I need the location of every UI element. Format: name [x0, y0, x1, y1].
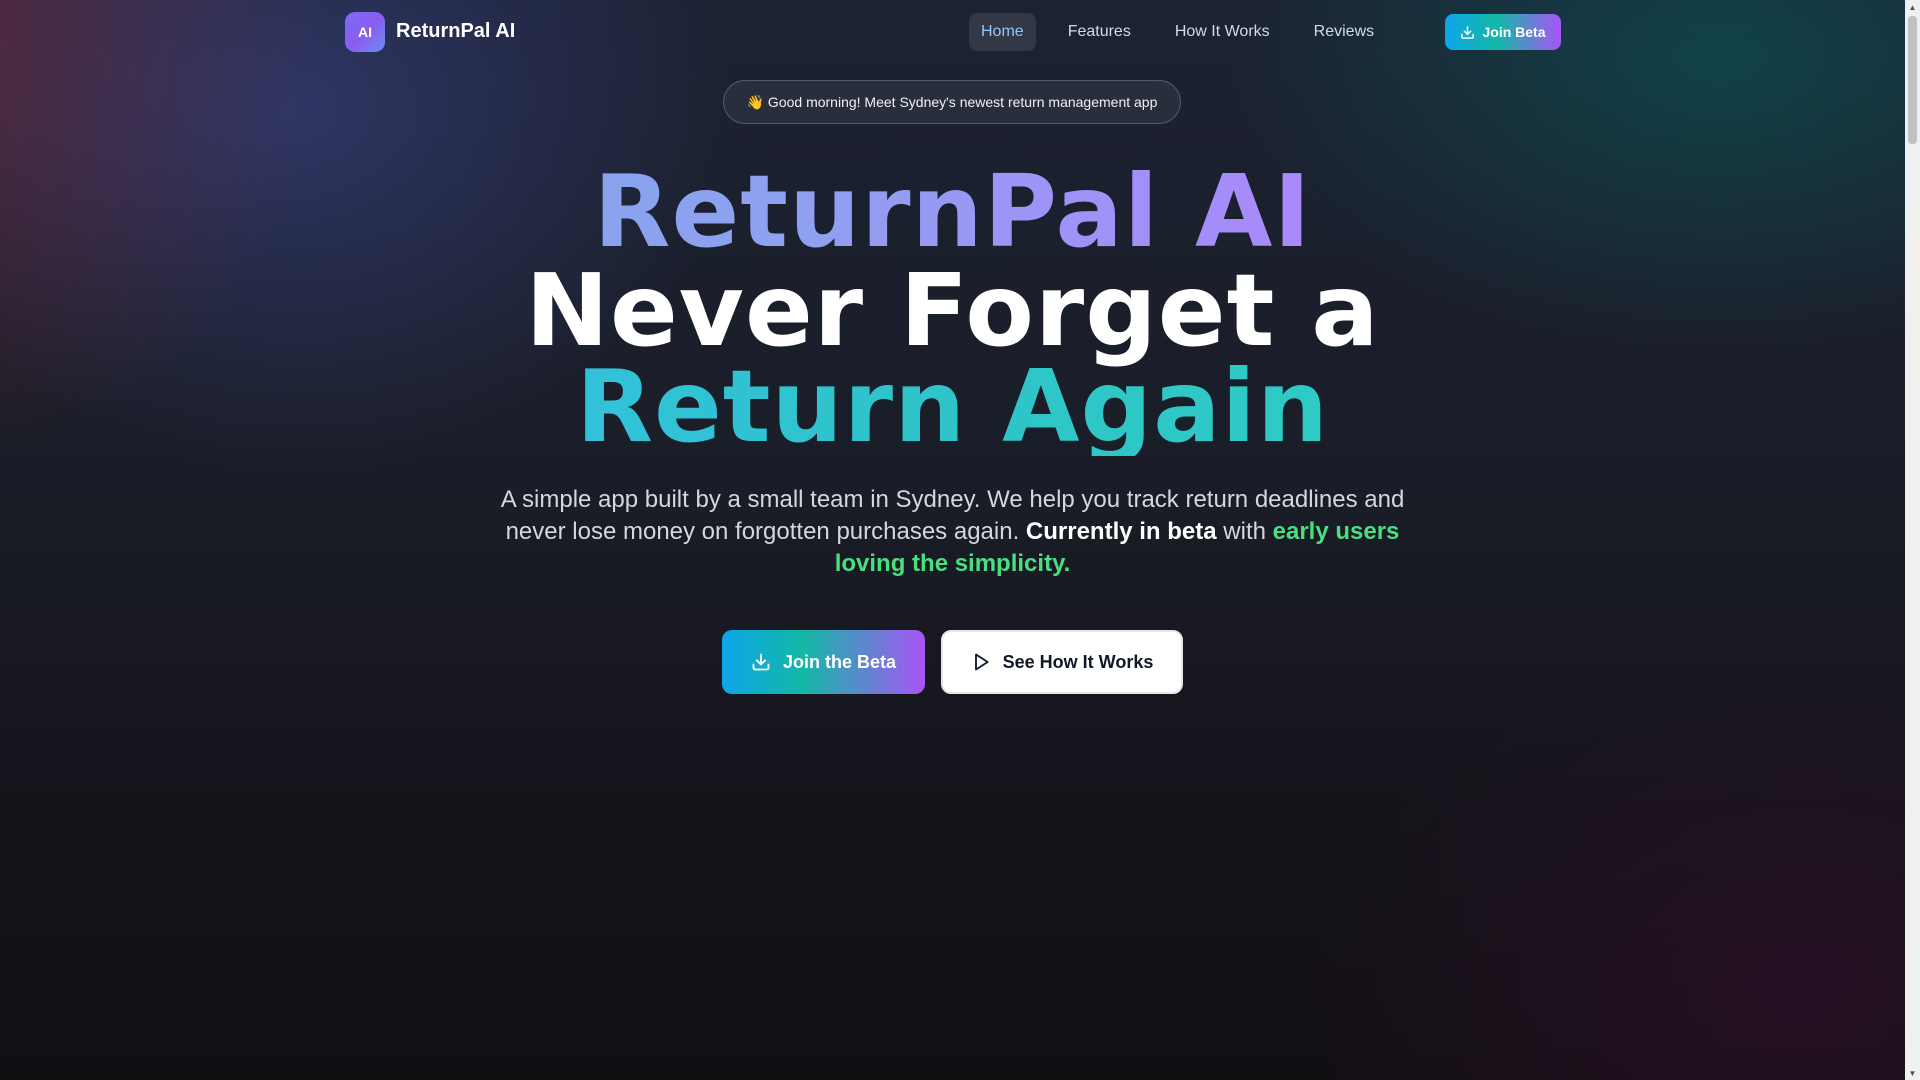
nav-link-reviews[interactable]: Reviews [1302, 13, 1386, 51]
subtitle-bold: Currently in beta [1025, 518, 1217, 545]
nav-links: Home Features How It Works Reviews [969, 12, 1386, 52]
join-the-beta-label: Join the Beta [782, 651, 897, 672]
nav-link-features[interactable]: Features [1056, 13, 1143, 51]
join-beta-nav-button[interactable]: Join Beta [1445, 14, 1561, 50]
subtitle-with: with [1223, 518, 1266, 545]
see-how-it-works-button[interactable]: See How It Works [941, 630, 1183, 694]
brand-name[interactable]: ReturnPal AI [396, 20, 515, 43]
headline-line-3: Return Again [0, 357, 1905, 457]
join-beta-nav-label: Join Beta [1482, 24, 1546, 40]
announcement-pill: 👋 Good morning! Meet Sydney's newest ret… [723, 80, 1181, 124]
subtitle-text: A simple app built by a small team in Sy… [500, 486, 1405, 545]
scroll-up-arrow-icon[interactable]: ▲ [1905, 0, 1920, 14]
page-scrollbar[interactable]: ▲ ▼ [1905, 0, 1920, 1080]
scrollbar-thumb[interactable] [1908, 16, 1917, 144]
download-icon [752, 653, 770, 671]
headline-brand: ReturnPal AI [0, 162, 1905, 262]
download-icon [1461, 25, 1475, 39]
logo-badge[interactable]: AI [345, 12, 385, 52]
hero-subtitle: A simple app built by a small team in Sy… [490, 484, 1415, 580]
play-icon [974, 653, 989, 671]
top-navigation: AI ReturnPal AI Home Features How It Wor… [0, 0, 1905, 64]
headline-line-2: Never Forget a [525, 252, 1380, 369]
nav-link-how-it-works[interactable]: How It Works [1163, 13, 1282, 51]
logo-text: AI [358, 24, 372, 40]
scroll-down-arrow-icon[interactable]: ▼ [1905, 1066, 1920, 1080]
see-how-it-works-label: See How It Works [1002, 651, 1154, 672]
join-the-beta-button[interactable]: Join the Beta [722, 630, 925, 694]
nav-link-home[interactable]: Home [969, 13, 1036, 51]
